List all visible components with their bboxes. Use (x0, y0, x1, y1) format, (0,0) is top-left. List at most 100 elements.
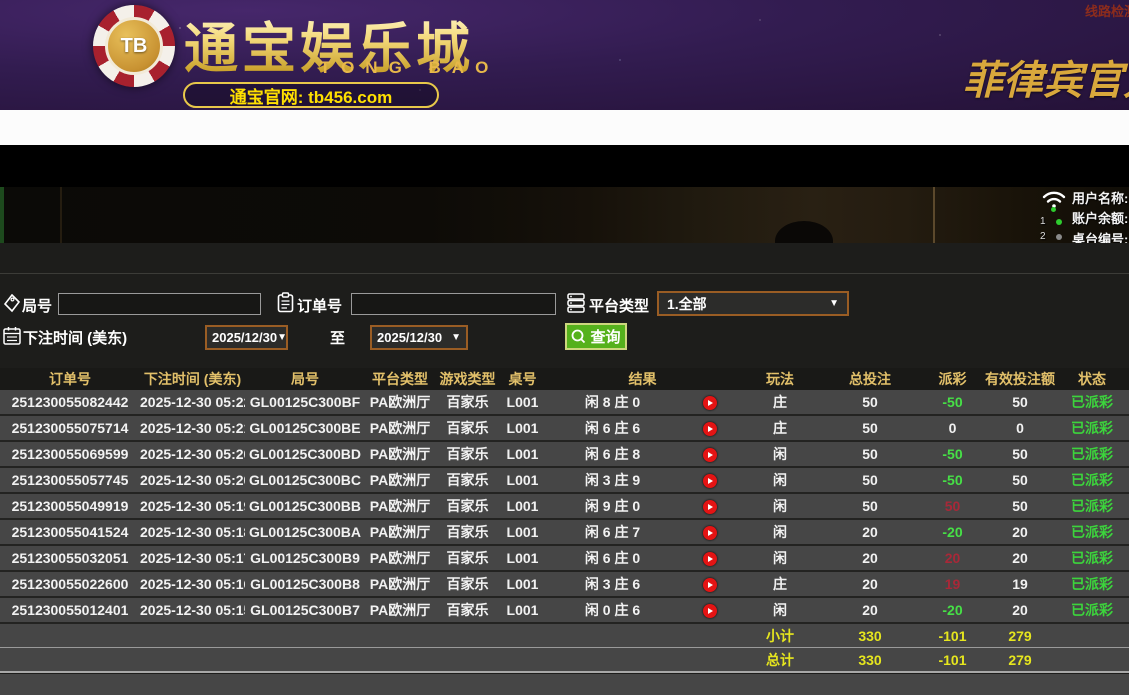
cell-round-no: GL00125C300B8 (245, 571, 365, 597)
order-number-label: 订单号 (297, 295, 342, 316)
date-from-select[interactable]: 2025/12/30 ▼ (205, 325, 288, 350)
play-video-icon[interactable] (703, 578, 717, 592)
cell-result: 闲 6 庄 7 (545, 519, 680, 545)
cell-payout: 20 (920, 545, 985, 571)
subtotal-payout: -101 (920, 623, 985, 648)
round-number-input[interactable] (58, 293, 261, 315)
chevron-down-icon: ▼ (829, 298, 839, 309)
total-label: 总计 (740, 648, 820, 673)
signal-status-dot (1051, 207, 1056, 212)
clipboard-icon (277, 292, 294, 311)
cell-total-bet: 20 (820, 571, 920, 597)
cell-total-bet: 20 (820, 519, 920, 545)
cell-play: 闲 (740, 519, 820, 545)
cell-play: 闲 (740, 493, 820, 519)
cell-play: 闲 (740, 467, 820, 493)
subtotal-valid-bet: 279 (985, 623, 1055, 648)
cell-status: 已派彩 (1055, 597, 1129, 623)
cell-game-type: 百家乐 (435, 597, 500, 623)
cell-total-bet: 50 (820, 415, 920, 441)
cell-payout: 50 (920, 493, 985, 519)
cell-platform: PA欧洲厅 (365, 571, 435, 597)
cell-game-type: 百家乐 (435, 467, 500, 493)
line-1-status-dot (1056, 219, 1062, 225)
play-video-icon[interactable] (703, 526, 717, 540)
table-number-label: 桌台编号: (1072, 229, 1128, 243)
wifi-signal-icon (1042, 190, 1066, 208)
cell-bet-time: 2025-12-30 05:22:06 (140, 390, 245, 415)
cell-status: 已派彩 (1055, 545, 1129, 571)
play-video-icon[interactable] (703, 448, 717, 462)
cell-result: 闲 3 庄 9 (545, 467, 680, 493)
col-play: 玩法 (740, 368, 820, 390)
col-bet-time: 下注时间 (美东) (140, 368, 245, 390)
search-button[interactable]: 查询 (565, 323, 627, 350)
bet-table-body: 251230055082442 2025-12-30 05:22:06 GL00… (0, 390, 1129, 623)
video-edge-line (60, 187, 62, 243)
cell-video-replay (680, 467, 740, 493)
white-spacer-band (0, 110, 1129, 146)
cell-table-no: L001 (500, 597, 545, 623)
table-row: 251230055022600 2025-12-30 05:16:51 GL00… (0, 571, 1129, 597)
cell-payout: -50 (920, 467, 985, 493)
cell-order-no: 251230055032051 (0, 545, 140, 571)
col-game-type: 游戏类型 (435, 368, 500, 390)
play-video-icon[interactable] (703, 604, 717, 618)
cell-result: 闲 8 庄 0 (545, 390, 680, 415)
play-video-icon[interactable] (703, 474, 717, 488)
play-video-icon[interactable] (703, 396, 717, 410)
cell-result: 闲 3 庄 6 (545, 571, 680, 597)
cell-table-no: L001 (500, 571, 545, 597)
cell-valid-bet: 50 (985, 493, 1055, 519)
cell-video-replay (680, 415, 740, 441)
official-site-badge[interactable]: 通宝官网: tb456.com (183, 82, 439, 108)
subtotal-total-bet: 330 (820, 623, 920, 648)
cell-table-no: L001 (500, 467, 545, 493)
cell-payout: -50 (920, 441, 985, 467)
cell-valid-bet: 19 (985, 571, 1055, 597)
cell-video-replay (680, 519, 740, 545)
line-number-2[interactable]: 2 (1040, 231, 1046, 242)
cell-video-replay (680, 597, 740, 623)
play-video-icon[interactable] (703, 552, 717, 566)
cell-bet-time: 2025-12-30 05:20:00 (140, 467, 245, 493)
black-spacer-band (0, 145, 1129, 187)
cell-bet-time: 2025-12-30 05:16:51 (140, 571, 245, 597)
cell-order-no: 251230055049919 (0, 493, 140, 519)
table-row: 251230055069599 2025-12-30 05:20:57 GL00… (0, 441, 1129, 467)
cell-valid-bet: 50 (985, 390, 1055, 415)
play-video-icon[interactable] (703, 500, 717, 514)
cell-video-replay (680, 571, 740, 597)
cell-payout: 0 (920, 415, 985, 441)
line-number-1[interactable]: 1 (1040, 216, 1046, 227)
cell-game-type: 百家乐 (435, 441, 500, 467)
cell-order-no: 251230055022600 (0, 571, 140, 597)
play-video-icon[interactable] (703, 422, 717, 436)
dealer-silhouette (775, 221, 833, 243)
cell-platform: PA欧洲厅 (365, 597, 435, 623)
cell-platform: PA欧洲厅 (365, 467, 435, 493)
cell-game-type: 百家乐 (435, 519, 500, 545)
cell-platform: PA欧洲厅 (365, 415, 435, 441)
cell-status: 已派彩 (1055, 467, 1129, 493)
cell-total-bet: 20 (820, 597, 920, 623)
poker-chip-center: TB (105, 17, 163, 75)
cell-round-no: GL00125C300B7 (245, 597, 365, 623)
order-number-input[interactable] (351, 293, 556, 315)
date-from-value: 2025/12/30 (212, 330, 277, 345)
cell-play: 庄 (740, 390, 820, 415)
cell-total-bet: 50 (820, 493, 920, 519)
platform-type-select[interactable]: 1.全部 ▼ (657, 291, 849, 316)
cell-valid-bet: 0 (985, 415, 1055, 441)
cell-table-no: L001 (500, 493, 545, 519)
cell-order-no: 251230055057745 (0, 467, 140, 493)
table-row: 251230055032051 2025-12-30 05:17:40 GL00… (0, 545, 1129, 571)
date-to-select[interactable]: 2025/12/30 ▼ (370, 325, 468, 350)
cell-video-replay (680, 545, 740, 571)
total-valid-bet: 279 (985, 648, 1055, 673)
col-status: 状态 (1055, 368, 1129, 390)
philippines-official-slogan: 菲律宾官方 (963, 48, 1129, 106)
line-check-link[interactable]: 线路检测 (1085, 1, 1129, 20)
live-video-strip[interactable]: 用户名称: 账户余额: 桌台编号: 1 2 (0, 187, 1129, 243)
cell-platform: PA欧洲厅 (365, 390, 435, 415)
